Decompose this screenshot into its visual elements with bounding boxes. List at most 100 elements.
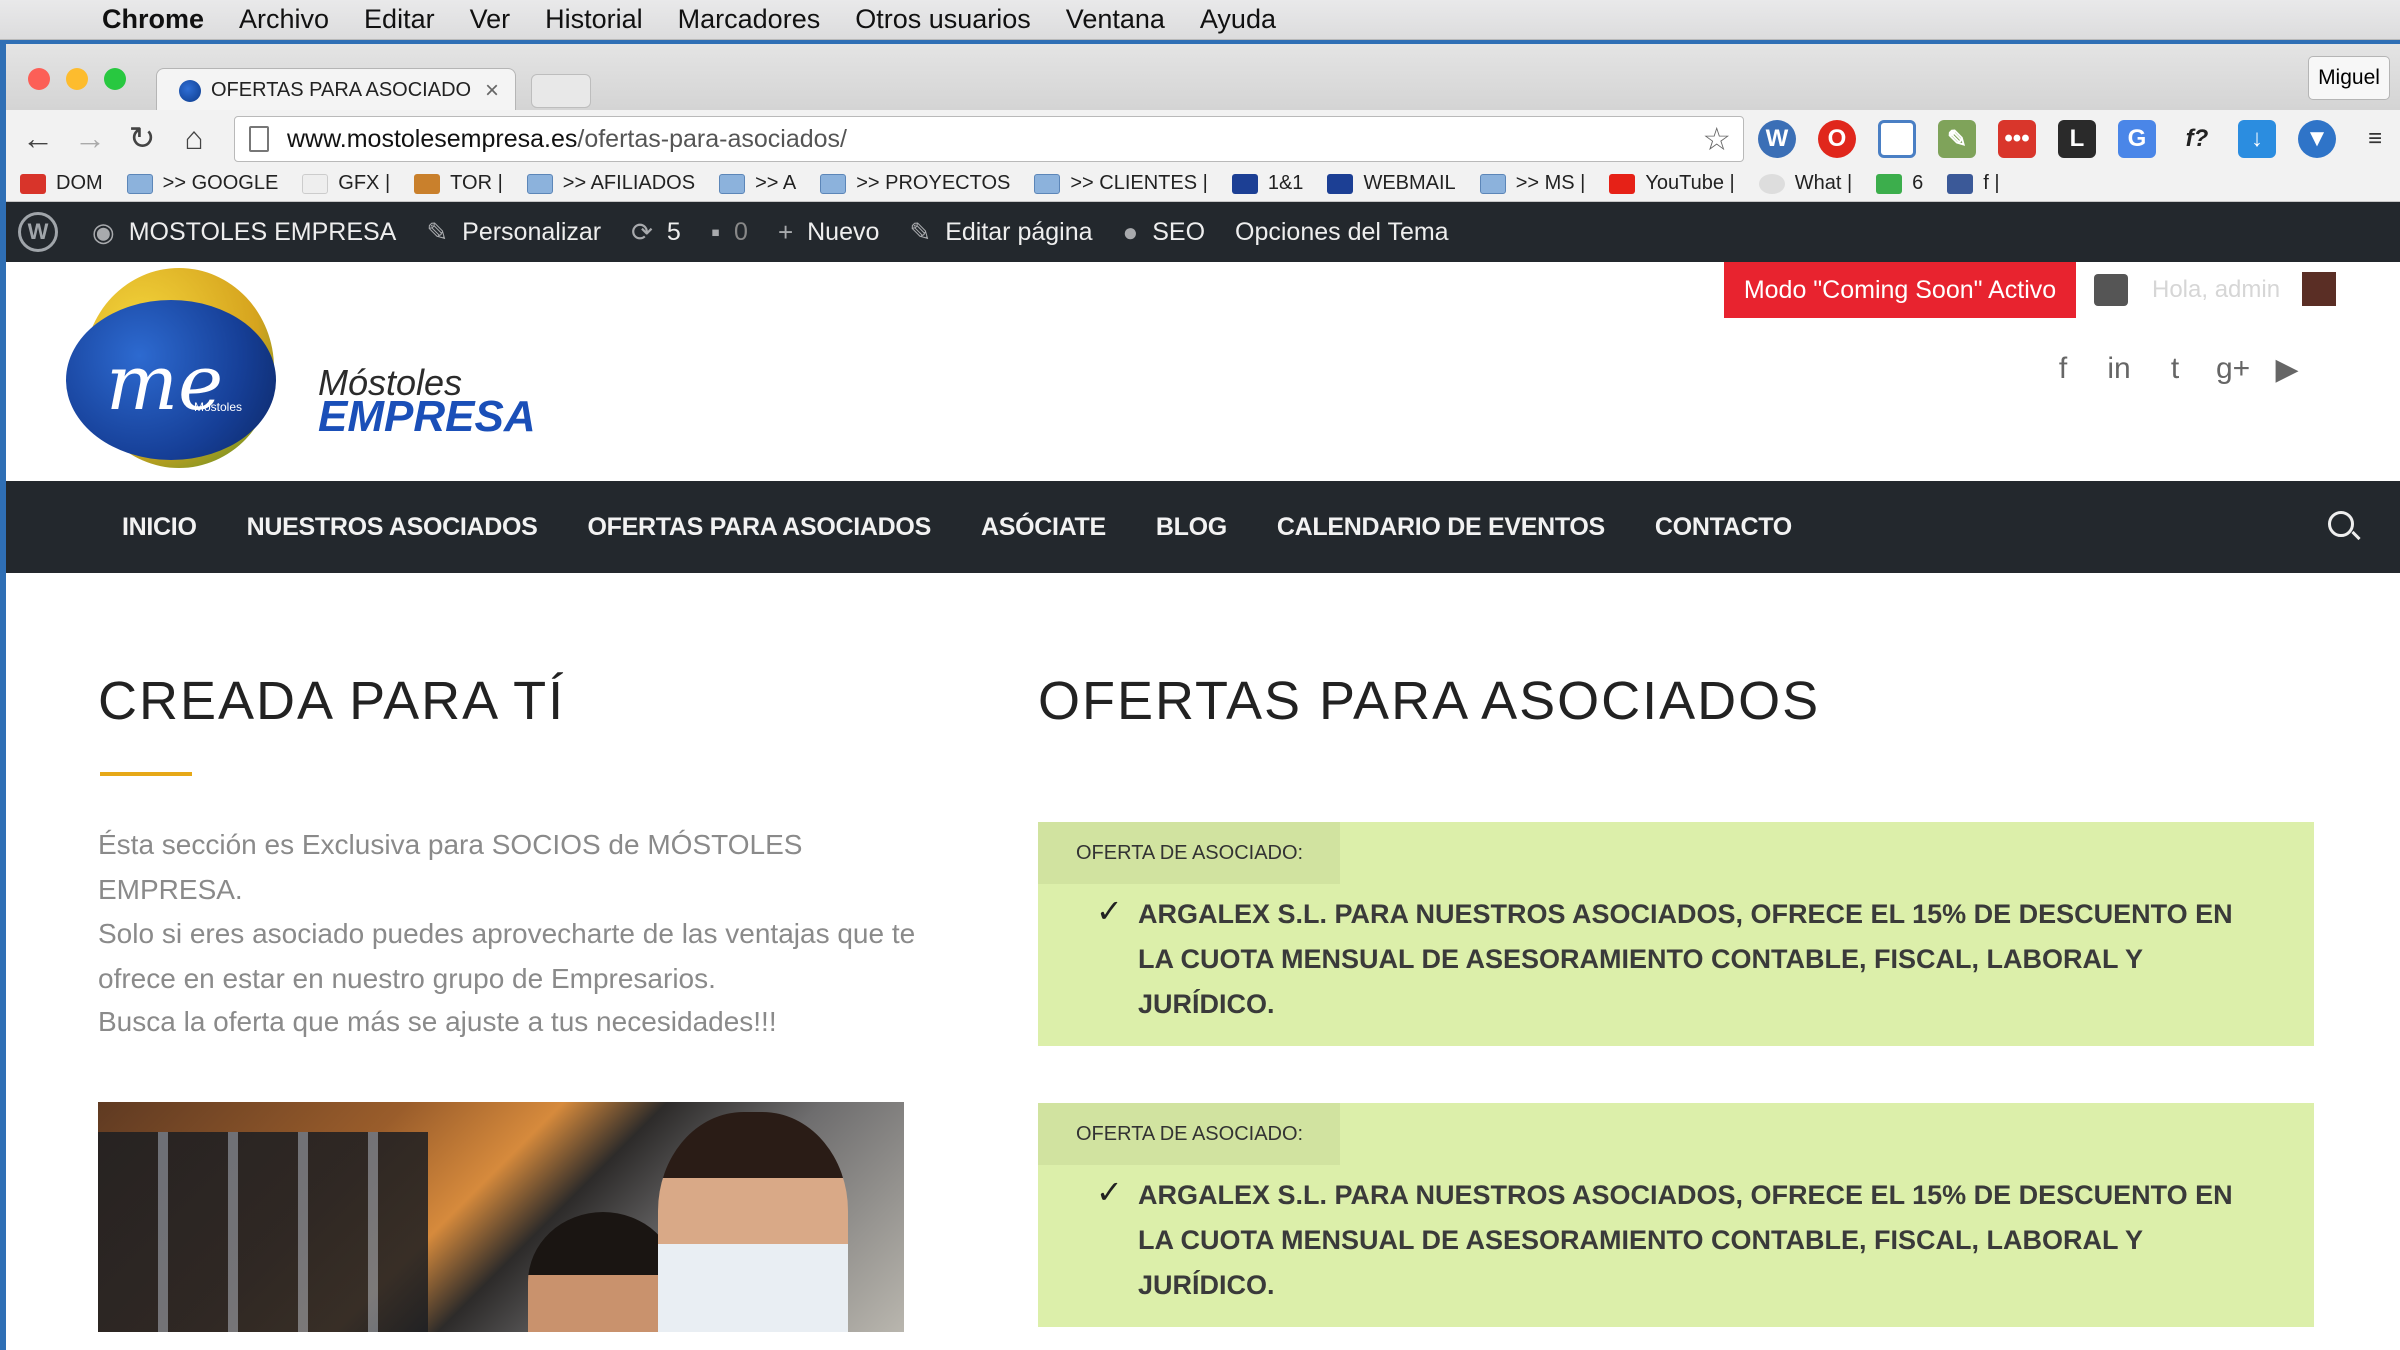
bookmark-red-icon xyxy=(20,173,46,194)
bookmark-ms-folder[interactable]: >> MS | xyxy=(1479,172,1585,195)
bookmark-gfx[interactable]: GFX | xyxy=(302,172,390,195)
minimize-window-button[interactable] xyxy=(66,68,88,90)
folder-icon xyxy=(526,173,553,194)
logo-small-text: Móstoles xyxy=(194,400,243,414)
twitter-icon[interactable]: t xyxy=(2160,352,2190,387)
dashboard-icon: ◉ xyxy=(92,216,115,247)
font-extension-icon[interactable]: f? xyxy=(2178,120,2216,158)
social-links: f in t g+ ▶ xyxy=(2048,352,2302,387)
seo-dot-icon: ● xyxy=(1122,216,1139,247)
bookmark-google-folder[interactable]: >> GOOGLE xyxy=(126,172,278,195)
menu-ver[interactable]: Ver xyxy=(470,4,511,35)
facebook-icon xyxy=(1947,173,1974,194)
menu-chrome[interactable]: Chrome xyxy=(102,4,204,35)
profile-button[interactable]: Miguel xyxy=(2308,56,2390,100)
bookmark-youtube[interactable]: YouTube | xyxy=(1609,172,1735,195)
color-picker-extension-icon[interactable]: ✎ xyxy=(1938,120,1976,158)
google-plus-icon[interactable]: g+ xyxy=(2216,352,2250,387)
menu-ventana[interactable]: Ventana xyxy=(1066,4,1165,35)
brush-icon: ✎ xyxy=(426,216,449,247)
tab-close-icon[interactable]: × xyxy=(485,77,499,105)
bookmark-proyectos-folder[interactable]: >> PROYECTOS xyxy=(820,172,1010,195)
zoom-window-button[interactable] xyxy=(104,68,126,90)
menu-hamburger-icon[interactable]: ≡ xyxy=(2356,120,2394,158)
menu-archivo[interactable]: Archivo xyxy=(239,4,329,35)
admin-seo-link[interactable]: ● SEO xyxy=(1123,217,1206,248)
folder-icon xyxy=(126,173,153,194)
nav-blog[interactable]: BLOG xyxy=(1156,513,1227,542)
search-icon[interactable] xyxy=(2328,511,2354,537)
menu-marcadores[interactable]: Marcadores xyxy=(678,4,821,35)
youtube-icon[interactable]: ▶ xyxy=(2272,352,2302,387)
reload-icon[interactable]: ↻ xyxy=(122,118,162,158)
avatar[interactable] xyxy=(2302,272,2336,306)
translate-extension-icon[interactable]: G xyxy=(2118,120,2156,158)
offer-text: ARGALEX S.L. PARA NUESTROS ASOCIADOS, OF… xyxy=(1138,1180,2233,1300)
browser-toolbar: ← → ↻ ⌂ www.mostolesempresa.es/ofertas-p… xyxy=(6,110,2400,166)
admin-site-link[interactable]: ◉ MOSTOLES EMPRESA xyxy=(92,217,396,248)
tor-icon xyxy=(414,173,441,194)
address-bar[interactable]: www.mostolesempresa.es/ofertas-para-asoc… xyxy=(234,116,1744,162)
notification-icon[interactable] xyxy=(2094,274,2128,306)
cloud-extension-icon[interactable]: ▼ xyxy=(2298,120,2336,158)
site-logo[interactable]: me Móstoles xyxy=(64,268,314,468)
admin-theme-options-link[interactable]: Opciones del Tema xyxy=(1235,218,1449,247)
wordpress-extension-icon[interactable]: W xyxy=(1758,120,1796,158)
nav-ofertas-para-asociados[interactable]: OFERTAS PARA ASOCIADOS xyxy=(588,513,932,542)
folder-icon xyxy=(1479,173,1506,194)
bookmark-tor[interactable]: TOR | xyxy=(414,172,503,195)
admin-edit-page-link[interactable]: ✎ Editar página xyxy=(909,217,1092,248)
new-tab-button[interactable] xyxy=(531,74,591,108)
home-icon[interactable]: ⌂ xyxy=(174,118,214,158)
nav-calendario-de-eventos[interactable]: CALENDARIO DE EVENTOS xyxy=(1277,513,1605,542)
offer-text: ARGALEX S.L. PARA NUESTROS ASOCIADOS, OF… xyxy=(1138,899,2233,1019)
menu-editar[interactable]: Editar xyxy=(364,4,435,35)
brand-name-line2: EMPRESA xyxy=(318,392,536,441)
bookmark-facebook[interactable]: f | xyxy=(1947,172,2000,195)
download-extension-icon[interactable]: ↓ xyxy=(2238,120,2276,158)
photo-person xyxy=(658,1112,848,1332)
bookmark-1and1[interactable]: 1&1 xyxy=(1231,172,1303,195)
bookmark-a-folder[interactable]: >> A xyxy=(719,172,796,195)
admin-greeting[interactable]: Hola, admin xyxy=(2152,276,2280,304)
intro-paragraph: Busca la oferta que más se ajuste a tus … xyxy=(98,1006,777,1037)
close-window-button[interactable] xyxy=(28,68,50,90)
nav-nuestros-asociados[interactable]: NUESTROS ASOCIADOS xyxy=(247,513,538,542)
admin-comments-link[interactable]: ▪ 0 xyxy=(711,217,748,248)
admin-customize-link[interactable]: ✎ Personalizar xyxy=(426,217,601,248)
notes-extension-icon[interactable]: ••• xyxy=(1998,120,2036,158)
bookmark-afiliados-folder[interactable]: >> AFILIADOS xyxy=(526,172,695,195)
menu-otros-usuarios[interactable]: Otros usuarios xyxy=(855,4,1031,35)
folder-icon xyxy=(820,173,847,194)
facebook-icon[interactable]: f xyxy=(2048,352,2078,387)
folder-icon xyxy=(719,173,746,194)
wordpress-logo-icon[interactable]: W xyxy=(18,212,58,252)
bookmark-clientes-folder[interactable]: >> CLIENTES | xyxy=(1034,172,1208,195)
menu-historial[interactable]: Historial xyxy=(545,4,643,35)
browser-tab-active[interactable]: OFERTAS PARA ASOCIADO × xyxy=(156,68,516,112)
linkedin-icon[interactable]: in xyxy=(2104,352,2134,387)
updates-icon: ⟳ xyxy=(631,216,653,247)
section-heading-left: CREADA PARA TÍ xyxy=(98,671,566,731)
admin-new-link[interactable]: + Nuevo xyxy=(778,217,879,248)
coming-soon-badge[interactable]: Modo "Coming Soon" Activo xyxy=(1724,262,2076,318)
back-arrow-icon[interactable]: ← xyxy=(18,118,58,158)
admin-updates-link[interactable]: ⟳ 5 xyxy=(631,217,681,248)
nav-asociate[interactable]: ASÓCIATE xyxy=(981,513,1106,542)
forward-arrow-icon[interactable]: → xyxy=(70,118,110,158)
bookmark-6[interactable]: 6 xyxy=(1876,172,1923,195)
page-info-icon[interactable] xyxy=(249,126,269,152)
site-page: me Móstoles Móstoles EMPRESA Modo "Comin… xyxy=(6,262,2400,1350)
menu-ayuda[interactable]: Ayuda xyxy=(1200,4,1276,35)
opera-extension-icon[interactable]: O xyxy=(1818,120,1856,158)
l-extension-icon[interactable]: L xyxy=(2058,120,2096,158)
offer-tag: OFERTA DE ASOCIADO: xyxy=(1038,1103,1340,1165)
bookmark-webmail[interactable]: WEBMAIL xyxy=(1327,172,1456,195)
bookmark-what[interactable]: What | xyxy=(1758,172,1852,195)
screenshot-extension-icon[interactable] xyxy=(1878,120,1916,158)
nav-contacto[interactable]: CONTACTO xyxy=(1655,513,1792,542)
bookmark-dom[interactable]: DOM xyxy=(20,172,103,195)
bookmark-star-icon[interactable]: ☆ xyxy=(1702,120,1731,158)
nav-inicio[interactable]: INICIO xyxy=(122,513,197,542)
oneandone-icon xyxy=(1327,173,1354,194)
